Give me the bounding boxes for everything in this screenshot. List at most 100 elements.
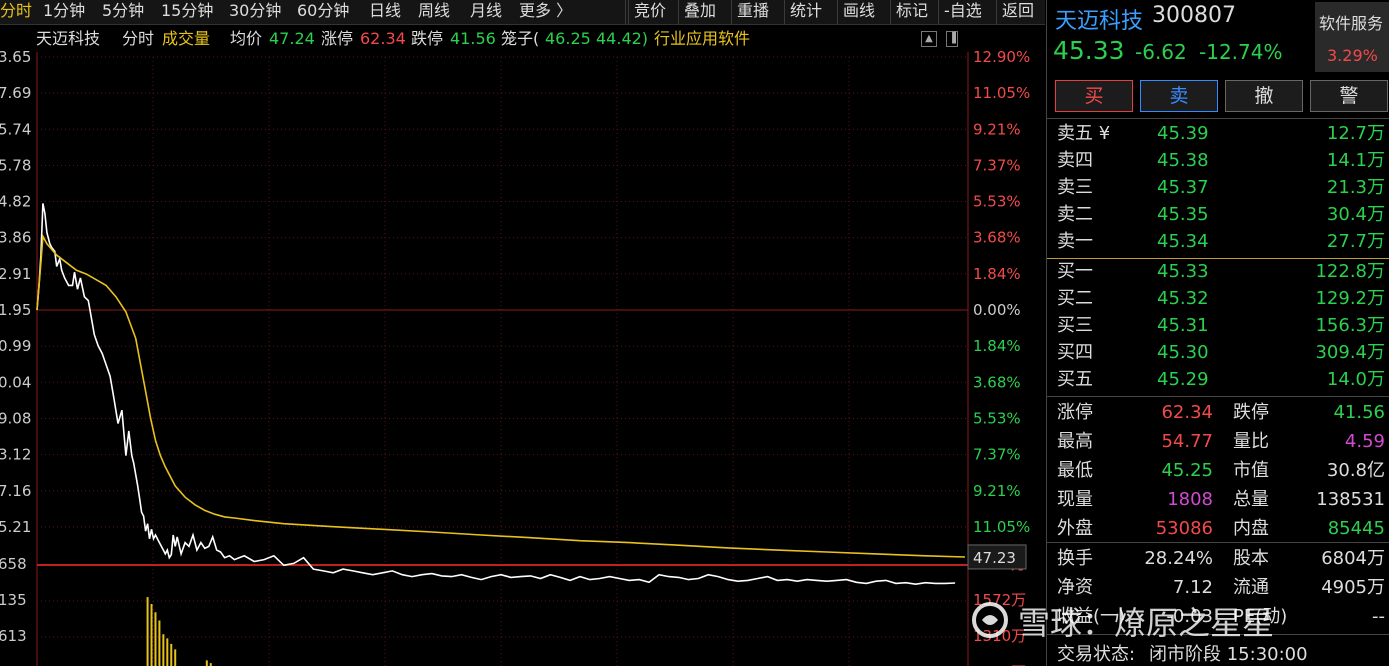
buy-button[interactable]: 买 [1055, 80, 1133, 112]
alert-button[interactable]: 警 [1310, 80, 1388, 112]
level-label: 买一 [1057, 261, 1093, 282]
pct-axis-label: 9.21% [973, 120, 1021, 138]
price-change: -6.62 [1135, 40, 1187, 64]
stat-label: 市值 [1233, 460, 1269, 481]
sector-pct: 3.29% [1327, 46, 1378, 65]
stat-label: 涨停 [1057, 402, 1093, 423]
pct-axis-label: 1.84% [973, 265, 1021, 283]
level-price: 45.30 [1157, 342, 1209, 363]
bid-row[interactable]: 买三 45.31 156.3万 [1057, 312, 1387, 339]
price-axis-label: 5.74 [0, 120, 31, 138]
price-axis-label: 0.04 [0, 373, 31, 391]
divider [1047, 542, 1389, 543]
level-label: 卖四 [1057, 150, 1093, 171]
level-volume: 309.4万 [1315, 342, 1385, 363]
level-price: 45.35 [1157, 204, 1209, 225]
pct-axis-label: 0.00% [973, 301, 1021, 319]
stat-value: 53086 [1155, 518, 1213, 539]
level-price: 45.34 [1157, 231, 1209, 252]
level-price: 45.37 [1157, 177, 1209, 198]
level-volume: 21.3万 [1326, 177, 1385, 198]
panel-stock-name: 天迈科技 [1055, 9, 1144, 34]
stat-row: 涨停 62.34 跌停 41.56 [1057, 398, 1387, 427]
stat-label: 外盘 [1057, 518, 1093, 539]
price-axis-label: 3.12 [0, 446, 31, 464]
price-axis-label: 3.65 [0, 48, 31, 66]
bid-row[interactable]: 买五 45.29 14.0万 [1057, 366, 1387, 393]
price-axis-label: 0.99 [0, 337, 31, 355]
stat-label: 最低 [1057, 460, 1093, 481]
bid-row[interactable]: 买二 45.32 129.2万 [1057, 285, 1387, 312]
pct-axis-label: 12.90% [973, 48, 1030, 66]
stat-value: 4.59 [1344, 431, 1385, 452]
stat-label: 总量 [1233, 489, 1269, 510]
ask-row[interactable]: 卖四 45.38 14.1万 [1057, 147, 1387, 174]
pct-axis-label: 3.68% [973, 229, 1021, 247]
level-volume: 14.0万 [1326, 369, 1385, 390]
sector-label: 软件服务 [1319, 14, 1384, 33]
pct-axis-label: 11.05% [973, 84, 1030, 102]
fundamental-row: 换手 28.24% 股本 6804万 [1057, 544, 1387, 573]
stat-row: 外盘 53086 内盘 85445 [1057, 514, 1387, 543]
ask-row[interactable]: 卖三 45.37 21.3万 [1057, 174, 1387, 201]
sell-button[interactable]: 卖 [1140, 80, 1218, 112]
ask-row[interactable]: 卖一 45.34 27.7万 [1057, 228, 1387, 255]
level-price: 45.38 [1157, 150, 1209, 171]
price-axis-label: 7.16 [0, 482, 31, 500]
stat-value: 85445 [1327, 518, 1385, 539]
current-price-tag-text: 47.23 [973, 549, 1016, 567]
bid-row[interactable]: 买四 45.30 309.4万 [1057, 339, 1387, 366]
level-price: 45.33 [1157, 261, 1209, 282]
panel-stock-code: 300807 [1152, 3, 1236, 28]
divider [1047, 396, 1389, 397]
level-volume: 14.1万 [1326, 150, 1385, 171]
stat-value: 138531 [1316, 489, 1385, 510]
sector-box[interactable]: 软件服务 3.29% [1315, 2, 1389, 72]
pct-axis-label: 7.37% [973, 156, 1021, 174]
last-price: 45.33 [1053, 36, 1125, 65]
pct-axis-label: 11.05% [973, 518, 1030, 536]
ask-row[interactable]: 卖二 45.35 30.4万 [1057, 201, 1387, 228]
stat-value: 4905万 [1321, 577, 1385, 598]
level-label: 卖一 [1057, 231, 1093, 252]
stat-label: 现量 [1057, 489, 1093, 510]
pct-axis-label: 7.37% [973, 446, 1021, 464]
stat-value: 6804万 [1321, 548, 1385, 569]
bid-row[interactable]: 买一 45.33 122.8万 [1057, 258, 1387, 285]
price-axis-label: 9.08 [0, 409, 31, 427]
watermark-text: 雪球：燎原之星星 [1018, 604, 1275, 642]
price-axis-label: 5.21 [0, 518, 31, 536]
volume-axis-label: 135 [0, 591, 27, 609]
quote-panel: 天迈科技 300807 软件服务 3.29% 45.33 -6.62 -12.7… [1046, 0, 1389, 666]
stat-value: 54.77 [1161, 431, 1213, 452]
pct-axis-label: 3.68% [973, 373, 1021, 391]
cancel-order-button[interactable]: 撤 [1225, 80, 1303, 112]
level-label: 卖五 ¥ [1057, 123, 1111, 144]
pct-axis-label: 5.53% [973, 409, 1021, 427]
snowball-logo-icon [972, 602, 1008, 638]
level-volume: 12.7万 [1326, 123, 1385, 144]
price-axis-label: 4.82 [0, 193, 31, 211]
level-volume: 129.2万 [1315, 288, 1385, 309]
intraday-chart: 3.65 12.90% 7.69 11.05% 5.74 9.21% 5.78 7.37% 4.… [0, 48, 1030, 666]
ask-row[interactable]: 卖五 ¥ 45.39 12.7万 [1057, 120, 1387, 147]
level-label: 买五 [1057, 369, 1093, 390]
level-label: 卖三 [1057, 177, 1093, 198]
price-axis-label: 2.91 [0, 265, 31, 283]
stat-value: -- [1372, 606, 1385, 627]
stat-row: 最高 54.77 量比 4.59 [1057, 427, 1387, 456]
level-label: 买四 [1057, 342, 1093, 363]
stat-row: 最低 45.25 市值 30.8亿 [1057, 456, 1387, 485]
stat-label: 量比 [1233, 431, 1269, 452]
level-volume: 156.3万 [1315, 315, 1385, 336]
level-volume: 30.4万 [1326, 204, 1385, 225]
level-price: 45.39 [1157, 123, 1209, 144]
pct-axis-label: 1.84% [973, 337, 1021, 355]
level-volume: 27.7万 [1326, 231, 1385, 252]
stat-value: 28.24% [1144, 548, 1213, 569]
stat-value: 62.34 [1161, 402, 1213, 423]
divider [1047, 118, 1389, 119]
level-label: 买三 [1057, 315, 1093, 336]
level-volume: 122.8万 [1315, 261, 1385, 282]
level-label: 买二 [1057, 288, 1093, 309]
